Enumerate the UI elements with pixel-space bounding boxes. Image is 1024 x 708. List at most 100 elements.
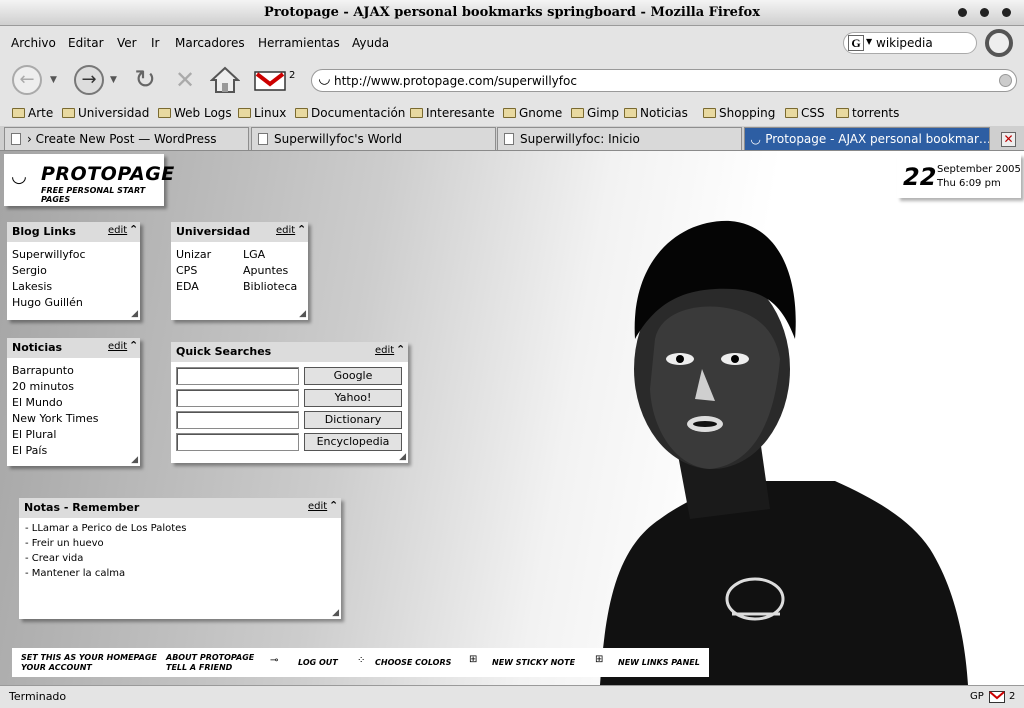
note-line[interactable]: - Freir un huevo	[25, 538, 104, 549]
collapse-icon[interactable]: ⌃	[329, 500, 338, 511]
maximize-button[interactable]	[980, 8, 989, 17]
bookmark-folder[interactable]: Interesante	[410, 106, 495, 120]
status-gp[interactable]: GP	[970, 691, 984, 702]
set-homepage-link[interactable]: SET THIS AS YOUR HOMEPAGE	[21, 653, 157, 662]
resize-handle-icon[interactable]: ◢	[399, 452, 406, 462]
link-item[interactable]: Hugo Guillén	[12, 296, 83, 309]
url-input[interactable]: ◡ http://www.protopage.com/superwillyfoc	[311, 69, 1017, 92]
menu-ir[interactable]: Ir	[151, 36, 159, 50]
menu-marcadores[interactable]: Marcadores	[175, 36, 245, 50]
bookmark-folder[interactable]: Web Logs	[158, 106, 232, 120]
menu-archivo[interactable]: Archivo	[11, 36, 56, 50]
yahoo-search-input[interactable]	[176, 389, 299, 407]
new-sticky-note-link[interactable]: NEW STICKY NOTE	[492, 658, 575, 667]
choose-colors-link[interactable]: CHOOSE COLORS	[375, 658, 451, 667]
tab-superwillyfoc-inicio[interactable]: Superwillyfoc: Inicio	[497, 127, 742, 150]
close-tab-icon[interactable]: ✕	[1001, 132, 1016, 147]
edit-link[interactable]: edit	[108, 341, 127, 352]
link-item[interactable]: EDA	[176, 280, 199, 293]
google-icon[interactable]: G	[848, 35, 864, 51]
gmail-icon[interactable]	[254, 65, 286, 95]
link-item[interactable]: Superwillyfoc	[12, 248, 86, 261]
resize-handle-icon[interactable]: ◢	[332, 608, 339, 618]
collapse-icon[interactable]: ⌃	[129, 224, 138, 235]
collapse-icon[interactable]: ⌃	[396, 344, 405, 355]
panel-header[interactable]: Noticias edit ⌃	[7, 338, 140, 358]
panel-header[interactable]: Notas - Remember edit ⌃	[19, 498, 341, 518]
collapse-icon[interactable]: ⌃	[129, 340, 138, 351]
gmail-count: 2	[289, 70, 296, 81]
yahoo-button[interactable]: Yahoo!	[304, 389, 402, 407]
forward-arrow-icon[interactable]: →	[74, 65, 104, 95]
bookmark-folder[interactable]: Documentación	[295, 106, 405, 120]
edit-link[interactable]: edit	[375, 345, 394, 356]
link-item[interactable]: El Mundo	[12, 396, 63, 409]
encyclopedia-search-input[interactable]	[176, 433, 299, 451]
close-window-button[interactable]	[1002, 8, 1011, 17]
bookmark-folder[interactable]: Shopping	[703, 106, 775, 120]
gmail-icon[interactable]	[989, 691, 1005, 706]
link-item[interactable]: New York Times	[12, 412, 99, 425]
log-out-link[interactable]: LOG OUT	[298, 658, 338, 667]
new-links-panel-link[interactable]: NEW LINKS PANEL	[618, 658, 700, 667]
edit-link[interactable]: edit	[108, 225, 127, 236]
note-line[interactable]: - Crear vida	[25, 553, 83, 564]
menu-ayuda[interactable]: Ayuda	[352, 36, 389, 50]
link-item[interactable]: El Plural	[12, 428, 56, 441]
bookmark-folder[interactable]: Gimp	[571, 106, 619, 120]
link-item[interactable]: Lakesis	[12, 280, 52, 293]
go-icon[interactable]	[999, 74, 1012, 87]
menu-editar[interactable]: Editar	[68, 36, 104, 50]
your-account-link[interactable]: YOUR ACCOUNT	[21, 663, 92, 672]
tab-superwillyfoc-world[interactable]: Superwillyfoc's World	[251, 127, 496, 150]
stop-icon[interactable]: ✕	[170, 65, 200, 95]
panel-header[interactable]: Blog Links edit ⌃	[7, 222, 140, 242]
forward-dropdown-icon[interactable]: ▼	[110, 75, 117, 85]
menu-herramientas[interactable]: Herramientas	[258, 36, 340, 50]
home-icon[interactable]	[209, 65, 241, 95]
link-item[interactable]: Biblioteca	[243, 280, 297, 293]
edit-link[interactable]: edit	[308, 501, 327, 512]
search-input[interactable]: G ▼ wikipedia	[843, 32, 977, 54]
panel-header[interactable]: Quick Searches edit ⌃	[171, 342, 408, 362]
link-item[interactable]: 20 minutos	[12, 380, 74, 393]
resize-handle-icon[interactable]: ◢	[299, 309, 306, 319]
link-item[interactable]: LGA	[243, 248, 265, 261]
back-arrow-icon[interactable]: ←	[12, 65, 42, 95]
resize-handle-icon[interactable]: ◢	[131, 455, 138, 465]
link-item[interactable]: El País	[12, 444, 47, 457]
link-item[interactable]: Unizar	[176, 248, 211, 261]
tell-friend-link[interactable]: TELL A FRIEND	[166, 663, 232, 672]
chevron-down-icon[interactable]: ▼	[866, 37, 872, 46]
back-dropdown-icon[interactable]: ▼	[50, 75, 57, 85]
edit-link[interactable]: edit	[276, 225, 295, 236]
minimize-button[interactable]	[958, 8, 967, 17]
encyclopedia-button[interactable]: Encyclopedia	[304, 433, 402, 451]
dictionary-button[interactable]: Dictionary	[304, 411, 402, 429]
link-item[interactable]: Sergio	[12, 264, 47, 277]
google-button[interactable]: Google	[304, 367, 402, 385]
link-item[interactable]: CPS	[176, 264, 197, 277]
about-link[interactable]: ABOUT PROTOPAGE	[166, 653, 254, 662]
protopage-logo[interactable]: ◡ PROTOPAGE FREE PERSONAL START PAGES	[4, 154, 174, 206]
bookmark-folder[interactable]: Arte	[12, 106, 53, 120]
bookmark-folder[interactable]: Universidad	[62, 106, 149, 120]
link-item[interactable]: Barrapunto	[12, 364, 74, 377]
note-line[interactable]: - Mantener la calma	[25, 568, 125, 579]
link-item[interactable]: Apuntes	[243, 264, 288, 277]
tab-protopage[interactable]: ◡ Protopage - AJAX personal bookmar…	[744, 127, 990, 150]
menu-ver[interactable]: Ver	[117, 36, 137, 50]
bookmark-folder[interactable]: Linux	[238, 106, 286, 120]
collapse-icon[interactable]: ⌃	[297, 224, 306, 235]
tab-wordpress[interactable]: › Create New Post — WordPress	[4, 127, 249, 150]
reload-icon[interactable]: ↻	[130, 65, 160, 95]
google-search-input[interactable]	[176, 367, 299, 385]
note-line[interactable]: - LLamar a Perico de Los Palotes	[25, 523, 187, 534]
dictionary-search-input[interactable]	[176, 411, 299, 429]
bookmark-folder[interactable]: CSS	[785, 106, 825, 120]
bookmark-folder[interactable]: torrents	[836, 106, 899, 120]
panel-header[interactable]: Universidad edit ⌃	[171, 222, 308, 242]
bookmark-folder[interactable]: Gnome	[503, 106, 562, 120]
resize-handle-icon[interactable]: ◢	[131, 309, 138, 319]
bookmark-folder[interactable]: Noticias	[624, 106, 688, 120]
